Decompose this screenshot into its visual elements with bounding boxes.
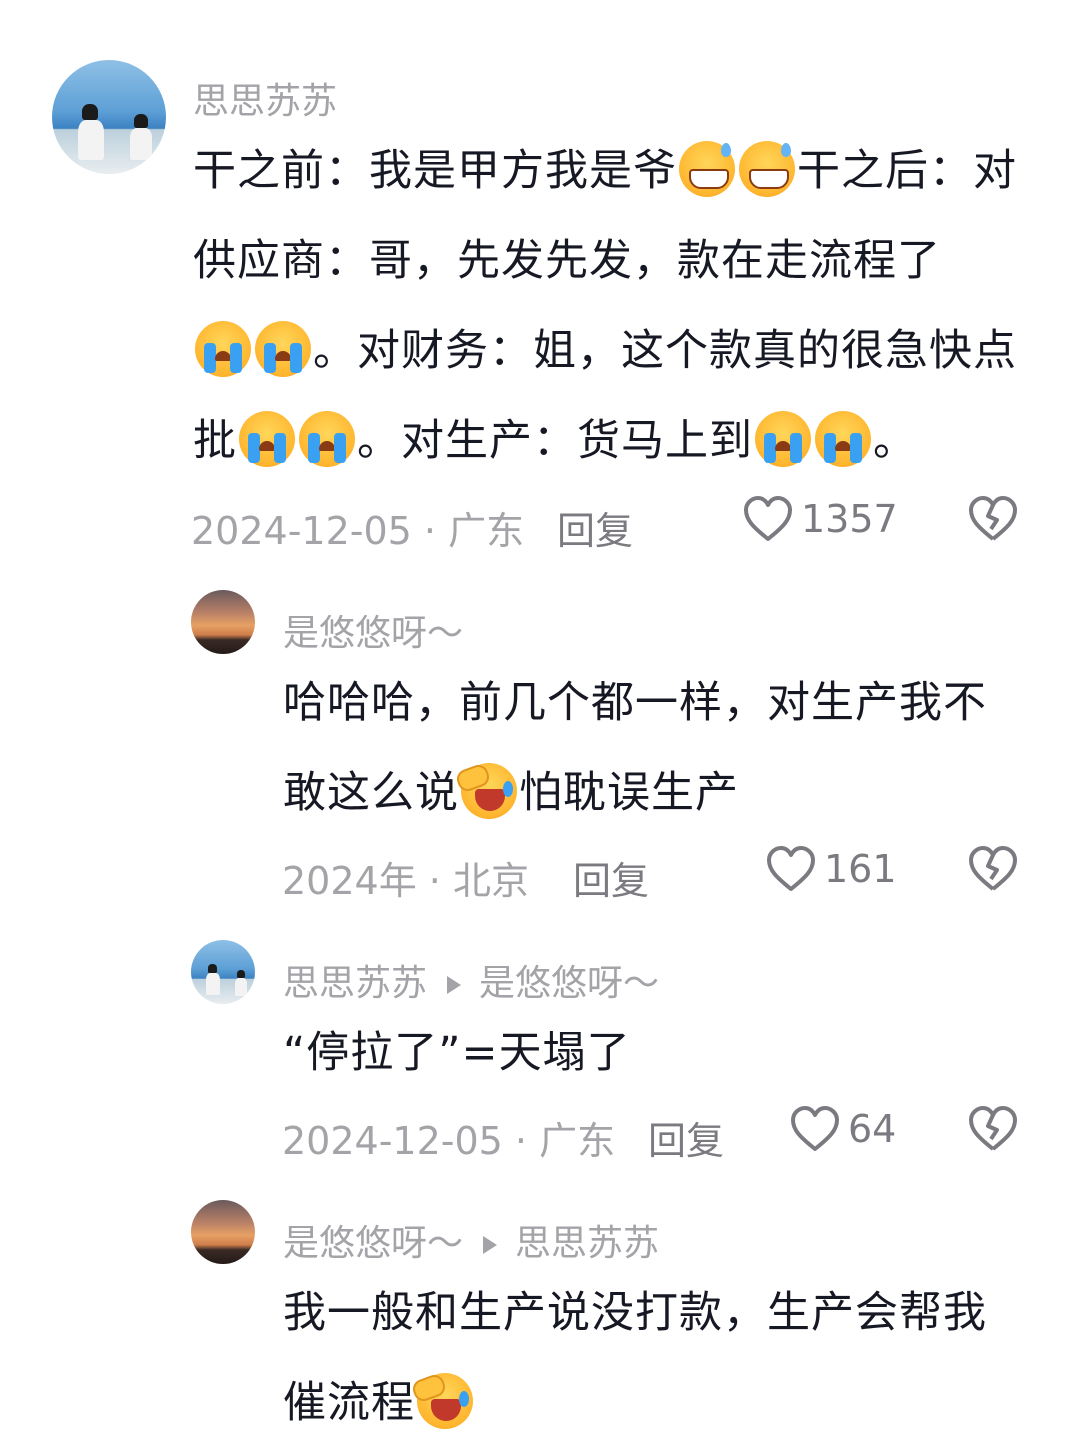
comment-text-part: 怕耽误生产 [519,768,739,818]
comment-text-part: 干之前：我是甲方我是爷 [193,146,677,196]
laughing-tears-emoji-icon [454,762,517,819]
comment-author[interactable]: 思思苏苏 [193,72,337,124]
avatar[interactable] [191,590,255,654]
comment-text-part: “停拉了”=天塌了 [283,1028,631,1078]
reply-to-author[interactable]: 是悠悠呀～ [479,963,659,1004]
comment-date-location: 2024年 · 北京 [282,859,529,903]
heart-outline-icon [790,1106,840,1152]
dislike-button[interactable] [968,1106,1018,1152]
comment-text: 哈哈哈，前几个都一样，对生产我不敢这么说 怕耽误生产 [283,658,1023,838]
comment-date-location: 2024-12-05 · 广东 [191,509,525,553]
crying-emoji-icon [255,321,311,377]
like-count: 161 [824,847,897,891]
heart-outline-icon [743,496,793,542]
heart-outline-icon [766,846,816,892]
comment-text: 我一般和生产说没打款，生产会帮我催流程 [283,1268,1023,1448]
play-triangle-icon [447,976,462,994]
crying-emoji-icon [195,321,251,377]
broken-heart-icon [968,846,1018,892]
crying-emoji-icon [755,411,811,467]
avatar[interactable] [191,1200,255,1264]
comment-author-line: 是悠悠呀～ 思思苏苏 [283,1214,659,1266]
broken-heart-icon [968,1106,1018,1152]
comment-date-location: 2024-12-05 · 广东 [282,1119,616,1163]
dislike-button[interactable] [968,846,1018,892]
like-count: 1357 [801,497,898,541]
dislike-button[interactable] [968,496,1018,542]
like-button[interactable]: 1357 [743,496,898,542]
comment-author-line: 思思苏苏 是悠悠呀～ [283,954,659,1006]
reply-button[interactable]: 回复 [648,1110,724,1165]
comment-author[interactable]: 思思苏苏 [283,963,427,1004]
reply-to-author[interactable]: 思思苏苏 [515,1223,659,1264]
avatar[interactable] [52,60,166,174]
comment-author[interactable]: 是悠悠呀～ [283,604,463,656]
comment-text: 干之前：我是甲方我是爷 干之后：对供应商：哥，先发先发，款在走流程了 。对财务：姐… [193,126,1023,486]
like-button[interactable]: 64 [790,1106,896,1152]
like-count: 64 [848,1107,897,1151]
play-triangle-icon [483,1236,498,1254]
reply-button[interactable]: 回复 [557,500,633,555]
comment-text: “停拉了”=天塌了 [283,1008,1023,1098]
laughing-tears-emoji-icon [410,1372,473,1429]
comment-text-part: 。对生产：货马上到 [357,416,753,466]
crying-emoji-icon [239,411,295,467]
broken-heart-icon [968,496,1018,542]
grin-sweat-emoji-icon [739,141,795,197]
comment-author[interactable]: 是悠悠呀～ [283,1223,463,1264]
comment-text-part: 。 [873,416,917,466]
comment-text-part: 我一般和生产说没打款，生产会帮我催流程 [283,1288,987,1428]
crying-emoji-icon [815,411,871,467]
like-button[interactable]: 161 [766,846,897,892]
reply-button[interactable]: 回复 [573,850,649,905]
crying-emoji-icon [299,411,355,467]
grin-sweat-emoji-icon [679,141,735,197]
avatar[interactable] [191,940,255,1004]
